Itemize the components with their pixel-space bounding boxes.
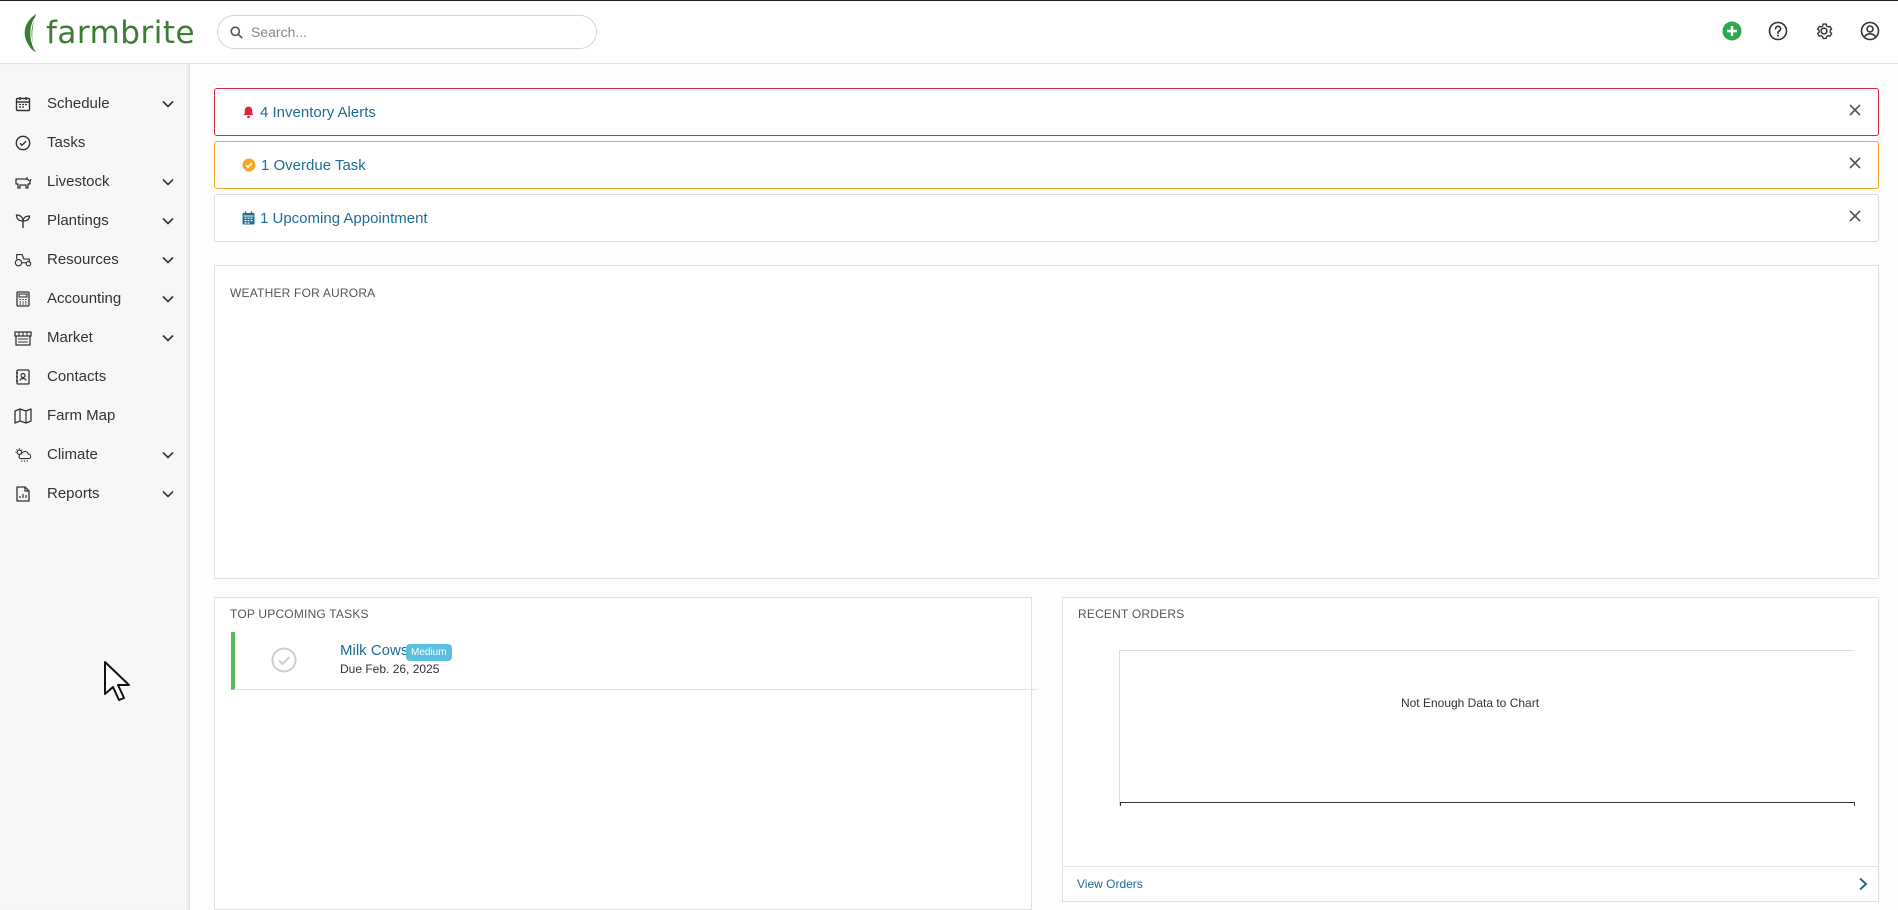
sidebar-item-label: Livestock [47, 173, 110, 190]
empty-chart-message: Not Enough Data to Chart [1400, 696, 1540, 710]
sidebar-item-label: Schedule [47, 95, 110, 112]
view-orders-link[interactable]: View Orders [1077, 877, 1143, 891]
chevron-down-icon[interactable] [161, 448, 175, 462]
task-complete-check-icon[interactable] [271, 647, 297, 673]
sidebar-item-market[interactable]: Market [0, 318, 189, 357]
sidebar-nav: Schedule Tasks Livestock Plantings Resou… [0, 64, 190, 910]
calendar-icon [14, 95, 32, 113]
weather-panel: WEATHER FOR AURORA [214, 265, 1879, 579]
weather-icon [14, 446, 32, 464]
market-stall-icon [14, 329, 32, 347]
chevron-down-icon[interactable] [161, 97, 175, 111]
search-box[interactable] [217, 15, 597, 49]
cow-icon [14, 173, 32, 191]
sidebar-item-label: Accounting [47, 290, 122, 307]
farmbrite-logo[interactable]: farmbrite [20, 10, 195, 56]
sidebar-item-plantings[interactable]: Plantings [0, 201, 189, 240]
task-due-date: Due Feb. 26, 2025 [340, 662, 440, 676]
sidebar-item-contacts[interactable]: Contacts [0, 357, 189, 396]
sidebar-item-label: Contacts [47, 368, 107, 385]
priority-badge: Medium [406, 644, 452, 661]
weather-title: WEATHER FOR AURORA [230, 286, 376, 300]
top-icon-bar [1720, 19, 1882, 43]
chart-x-axis [1120, 802, 1855, 806]
sidebar-item-resources[interactable]: Resources [0, 240, 189, 279]
task-row: Milk Cows Medium Due Feb. 26, 2025 [231, 632, 1037, 690]
orders-footer: View Orders [1063, 866, 1878, 901]
sidebar-item-label: Farm Map [47, 407, 116, 424]
help-icon[interactable] [1766, 19, 1790, 43]
report-icon [14, 485, 32, 503]
add-circle-icon[interactable] [1720, 19, 1744, 43]
upcoming-appointment-link[interactable]: 1 Upcoming Appointment [260, 210, 428, 227]
sidebar-item-accounting[interactable]: Accounting [0, 279, 189, 318]
calendar-icon [242, 211, 255, 225]
search-input[interactable] [251, 24, 581, 40]
overdue-task-link[interactable]: 1 Overdue Task [261, 157, 366, 174]
map-icon [14, 407, 32, 425]
task-name-link[interactable]: Milk Cows [340, 642, 408, 659]
calculator-icon [14, 290, 32, 308]
sidebar-item-climate[interactable]: Climate [0, 435, 189, 474]
sidebar-item-reports[interactable]: Reports [0, 474, 189, 513]
close-icon[interactable] [1846, 101, 1864, 119]
sidebar-item-label: Resources [47, 251, 119, 268]
contacts-book-icon [14, 368, 32, 386]
sidebar-item-label: Reports [47, 485, 100, 502]
bell-icon [243, 106, 254, 119]
search-icon [230, 25, 243, 39]
chevron-down-icon[interactable] [161, 331, 175, 345]
top-bar: farmbrite [0, 0, 1898, 64]
recent-orders-title: RECENT ORDERS [1078, 607, 1185, 621]
sidebar-item-label: Market [47, 329, 93, 346]
inventory-alerts-link[interactable]: 4 Inventory Alerts [260, 104, 376, 121]
recent-orders-panel: RECENT ORDERS Not Enough Data to Chart V… [1062, 597, 1879, 902]
orders-chart-area: Not Enough Data to Chart [1119, 650, 1855, 806]
upcoming-tasks-title: TOP UPCOMING TASKS [230, 607, 369, 621]
overdue-task-banner[interactable]: 1 Overdue Task [214, 141, 1879, 189]
sidebar-item-label: Tasks [47, 134, 86, 151]
check-circle-icon [14, 134, 32, 152]
sidebar-item-label: Plantings [47, 212, 109, 229]
sprout-icon [14, 212, 32, 230]
inventory-alerts-banner[interactable]: 4 Inventory Alerts [214, 88, 1879, 136]
sidebar-item-tasks[interactable]: Tasks [0, 123, 189, 162]
chevron-down-icon[interactable] [161, 175, 175, 189]
leaf-logo-icon [24, 14, 36, 52]
sidebar-item-farm-map[interactable]: Farm Map [0, 396, 189, 435]
chevron-down-icon[interactable] [161, 487, 175, 501]
sidebar-item-livestock[interactable]: Livestock [0, 162, 189, 201]
sidebar-item-label: Climate [47, 446, 98, 463]
tractor-icon [14, 251, 32, 269]
chevron-down-icon[interactable] [161, 292, 175, 306]
settings-gear-icon[interactable] [1812, 19, 1836, 43]
sidebar-item-schedule[interactable]: Schedule [0, 84, 189, 123]
user-account-icon[interactable] [1858, 19, 1882, 43]
upcoming-tasks-panel: TOP UPCOMING TASKS Milk Cows Medium Due … [214, 597, 1037, 910]
upcoming-appointment-banner[interactable]: 1 Upcoming Appointment [214, 194, 1879, 242]
chevron-down-icon[interactable] [161, 253, 175, 267]
close-icon[interactable] [1846, 154, 1864, 172]
check-circle-icon [242, 158, 256, 172]
chevron-right-icon[interactable] [1856, 877, 1870, 891]
chevron-down-icon[interactable] [161, 214, 175, 228]
close-icon[interactable] [1846, 207, 1864, 225]
logo-text: farmbrite [46, 15, 196, 51]
